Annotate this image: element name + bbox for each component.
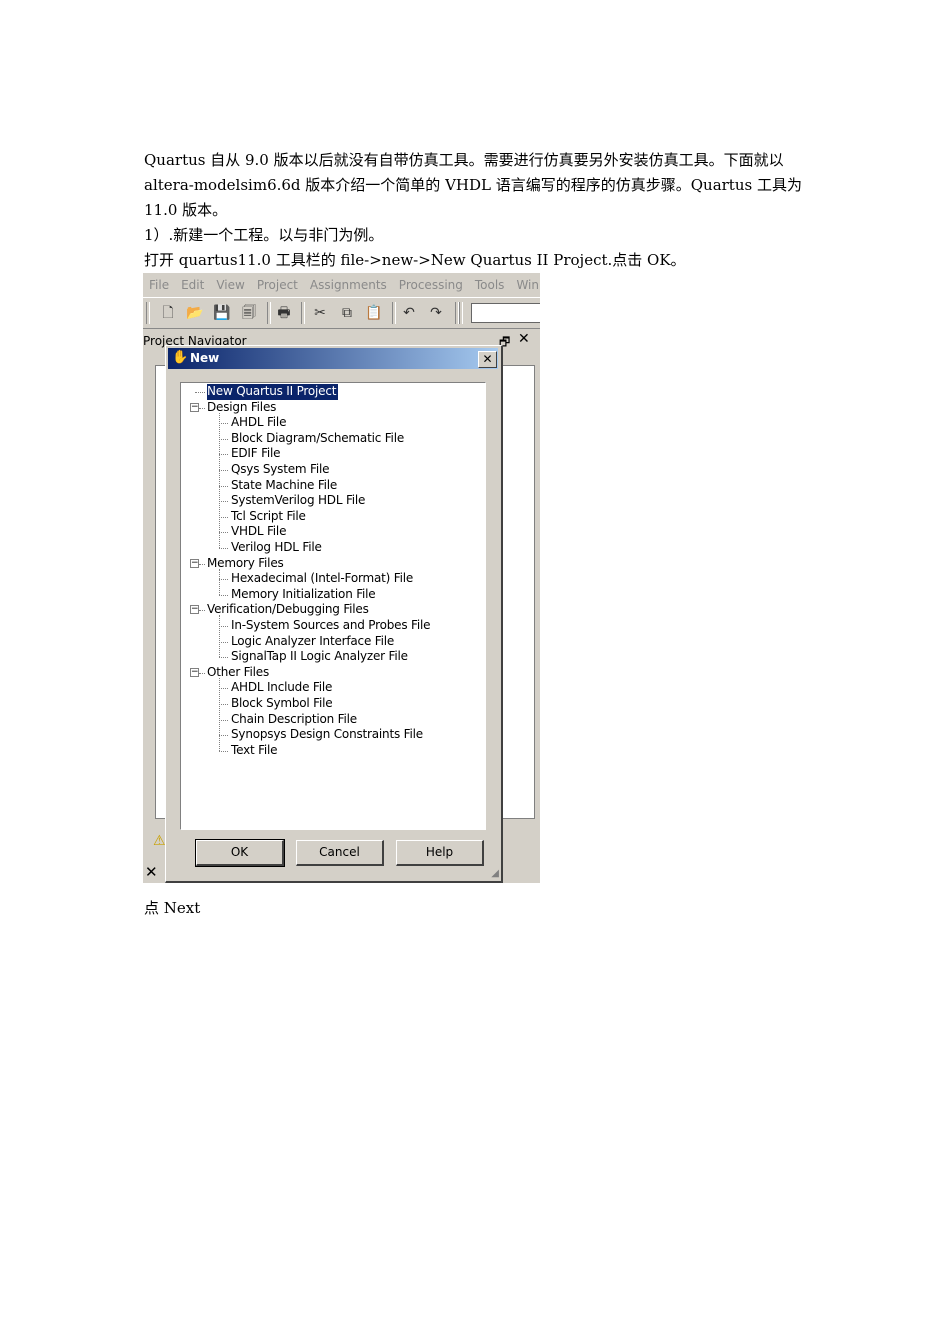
collapse-icon[interactable]: −: [190, 605, 199, 615]
menu-window[interactable]: Win: [510, 278, 540, 292]
quartus-logo-icon: ✋: [172, 350, 189, 365]
tree-item[interactable]: SystemVerilog HDL File: [231, 493, 365, 509]
quartus-screenshot: File Edit View Project Assignments Proce…: [143, 273, 540, 883]
toolbar-separator: [301, 302, 305, 324]
open-icon[interactable]: 📂: [186, 304, 204, 322]
tree-group[interactable]: Design Files: [207, 400, 276, 416]
tree-connector: [219, 548, 228, 550]
close-icon[interactable]: ✕: [145, 863, 158, 881]
menu-processing[interactable]: Processing: [393, 278, 469, 292]
paragraph-intro: Quartus 自从 9.0 版本以后就没有自带仿真工具。需要进行仿真要另外安装…: [144, 151, 802, 219]
tree-connector: [219, 677, 221, 751]
tree-group[interactable]: Verification/Debugging Files: [207, 602, 369, 618]
copy-icon[interactable]: ⧉: [338, 304, 356, 322]
tree-item[interactable]: New Quartus II Project: [205, 383, 340, 401]
tree-item[interactable]: VHDL File: [231, 524, 286, 540]
tree-item[interactable]: EDIF File: [231, 446, 281, 462]
save-all-icon[interactable]: 🗐: [240, 304, 258, 322]
tree-connector: [199, 407, 205, 410]
warning-icon: ⚠: [153, 833, 166, 849]
tree-item[interactable]: Block Diagram/Schematic File: [231, 431, 404, 447]
cut-icon[interactable]: ✂: [311, 304, 329, 322]
tree-connector: [199, 672, 205, 675]
menu-assignments[interactable]: Assignments: [304, 278, 393, 292]
tree-item[interactable]: SignalTap II Logic Analyzer File: [231, 649, 408, 665]
tree-item[interactable]: Tcl Script File: [231, 509, 306, 525]
redo-icon[interactable]: ↷: [427, 304, 445, 322]
tree-item[interactable]: Memory Initialization File: [231, 587, 376, 603]
menu-file[interactable]: File: [143, 278, 175, 292]
file-type-tree: New Quartus II Project Design Files − AHDL …: [180, 382, 486, 830]
tree-item[interactable]: Hexadecimal (Intel-Format) File: [231, 571, 413, 587]
tree-item[interactable]: AHDL File: [231, 415, 286, 431]
help-button[interactable]: Help: [396, 840, 484, 866]
paragraph-step-1: 1）.新建一个工程。以与非门为例。: [144, 226, 384, 244]
tree-item[interactable]: In-System Sources and Probes File: [231, 618, 430, 634]
tree-connector: [195, 392, 205, 394]
menu-view[interactable]: View: [210, 278, 250, 292]
tree-item[interactable]: Chain Description File: [231, 712, 357, 728]
tree-item[interactable]: Qsys System File: [231, 462, 330, 478]
dialog-title: New: [190, 351, 220, 365]
tree-connector: [219, 412, 221, 548]
paragraph-open-new: 打开 quartus11.0 工具栏的 file->new->New Quart…: [144, 251, 686, 269]
tree-item[interactable]: Verilog HDL File: [231, 540, 322, 556]
resize-grip-icon[interactable]: ◢: [491, 868, 499, 879]
save-icon[interactable]: 💾: [213, 304, 231, 322]
menu-tools[interactable]: Tools: [469, 278, 511, 292]
ok-button[interactable]: OK: [195, 839, 285, 867]
tree-connector: [219, 615, 221, 658]
toolbar-grip: [459, 302, 463, 324]
tree-connector: [219, 568, 221, 595]
toolbar-separator: [392, 302, 396, 324]
menu-edit[interactable]: Edit: [175, 278, 210, 292]
tree-connector: [219, 594, 228, 597]
tree-item[interactable]: Text File: [231, 743, 278, 759]
toolbar: 🗋 📂 💾 🗐 🖶 ✂ ⧉ 📋 ↶ ↷: [143, 297, 540, 329]
tree-connector: [199, 563, 205, 566]
tree-item[interactable]: Synopsys Design Constraints File: [231, 727, 423, 743]
tree-group[interactable]: Other Files: [207, 665, 269, 681]
collapse-icon[interactable]: −: [190, 667, 199, 677]
collapse-icon[interactable]: −: [190, 558, 199, 568]
dialog-title-bar[interactable]: ✋ New ✕: [168, 348, 498, 369]
paste-icon[interactable]: 📋: [365, 304, 383, 322]
undo-icon[interactable]: ↶: [400, 304, 418, 322]
paragraph-next: 点 Next: [144, 899, 201, 917]
print-icon[interactable]: 🖶: [275, 304, 293, 322]
toolbar-combo-box[interactable]: [471, 303, 540, 323]
close-icon[interactable]: ✕: [518, 331, 530, 347]
toolbar-grip: [146, 302, 150, 324]
cancel-button[interactable]: Cancel: [296, 840, 384, 866]
tree-item[interactable]: Block Symbol File: [231, 696, 333, 712]
dialog-close-button[interactable]: ✕: [478, 351, 497, 368]
new-icon[interactable]: 🗋: [159, 304, 177, 322]
new-dialog: ✋ New ✕ New Quartus II Project Design Fil…: [165, 345, 503, 883]
tree-connector: [199, 610, 205, 612]
tree-item[interactable]: AHDL Include File: [231, 680, 332, 696]
menu-bar: File Edit View Project Assignments Proce…: [143, 273, 540, 297]
toolbar-separator: [267, 302, 271, 324]
tree-connector: [219, 750, 228, 753]
tree-connector: [219, 657, 228, 659]
collapse-icon[interactable]: −: [190, 402, 199, 412]
tree-item[interactable]: State Machine File: [231, 478, 337, 494]
tree-item[interactable]: Logic Analyzer Interface File: [231, 634, 394, 650]
menu-project[interactable]: Project: [251, 278, 304, 292]
